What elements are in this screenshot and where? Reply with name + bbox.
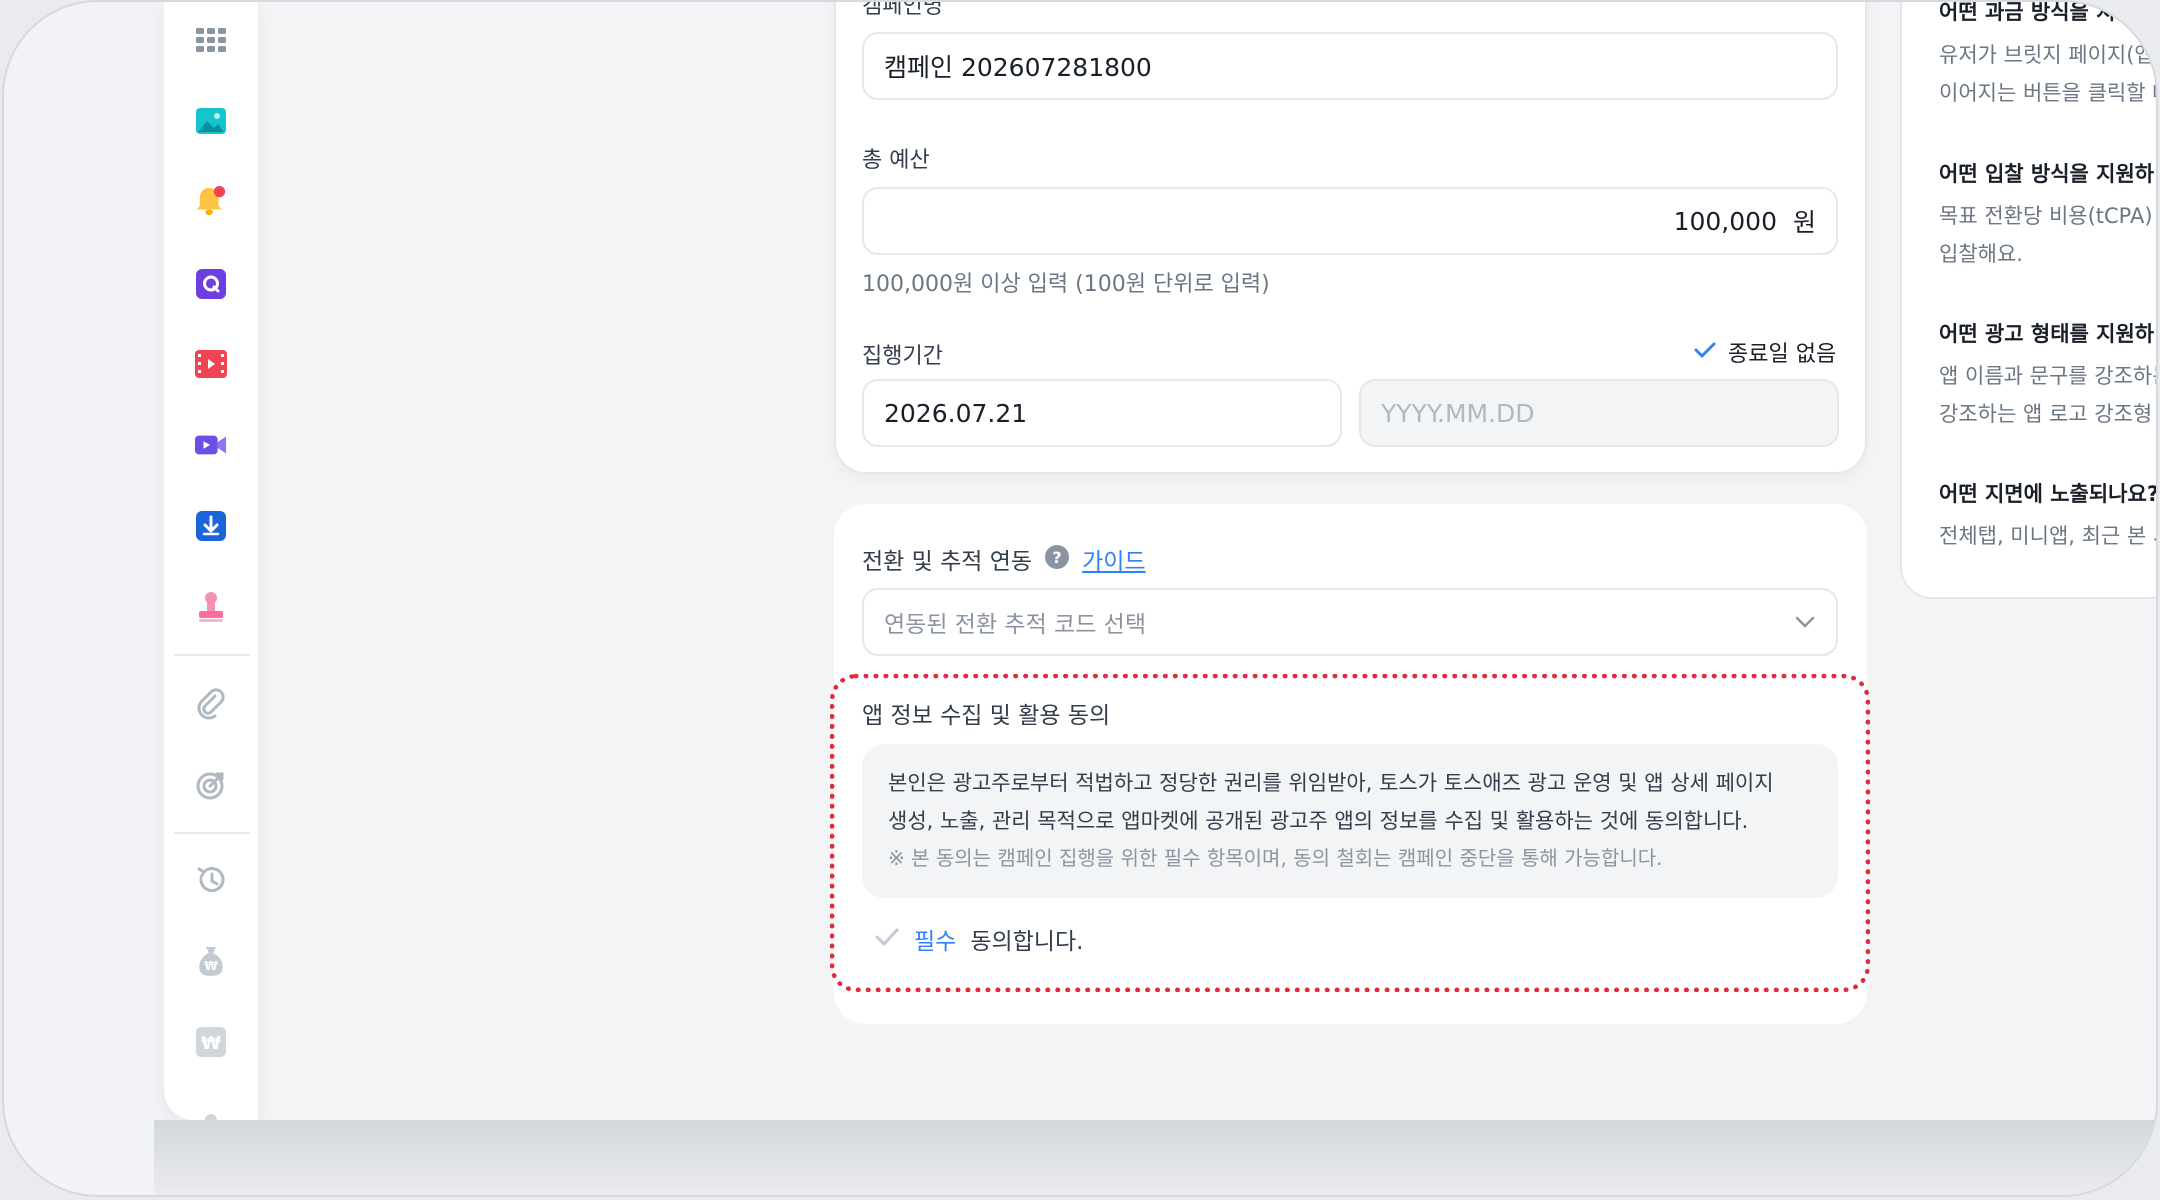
guide-link[interactable]: 가이드 xyxy=(1082,542,1145,576)
end-date-placeholder: YYYY.MM.DD xyxy=(1381,398,1535,428)
video-camera-icon[interactable] xyxy=(195,429,227,461)
film-icon[interactable] xyxy=(195,348,227,380)
image-icon[interactable] xyxy=(195,105,227,137)
money-bag-icon[interactable]: ₩ xyxy=(195,945,227,977)
faq-text-3b: 강조하는 앱 로고 강조형 xyxy=(1939,402,2153,426)
budget-unit: 원 xyxy=(1792,208,1816,237)
faq-text-3a: 앱 이름과 문구를 강조하는 xyxy=(1939,364,2158,388)
tracking-title: 전환 및 추적 연동 xyxy=(862,549,1033,575)
consent-text-box: 본인은 광고주로부터 적법하고 정당한 권리를 위임받아, 토스가 토스애즈 광… xyxy=(862,744,1838,898)
bell-icon[interactable] xyxy=(195,185,227,217)
tracking-select-placeholder: 연동된 전환 추적 코드 선택 xyxy=(884,612,1147,638)
period-label: 집행기간 xyxy=(862,344,943,369)
campaign-name-value: 캠페인 202607281800 xyxy=(884,53,1152,82)
faq-text-4a: 전체탭, 미니앱, 최근 본 서 xyxy=(1939,524,2158,548)
faq-text-1a: 유저가 브릿지 페이지(앱 xyxy=(1939,43,2154,67)
start-date-input[interactable]: 2026.07.21 xyxy=(862,379,1342,447)
tracking-header: 전환 및 추적 연동 ? 가이드 xyxy=(862,542,1146,576)
svg-text:?: ? xyxy=(1052,548,1061,567)
budget-input[interactable]: 100,000 원 xyxy=(862,187,1838,255)
required-tag: 필수 xyxy=(914,929,957,955)
no-end-date-label: 종료일 없음 xyxy=(1728,342,1837,367)
svg-text:₩: ₩ xyxy=(204,959,218,973)
start-date-value: 2026.07.21 xyxy=(884,398,1028,428)
no-end-date-toggle[interactable]: 종료일 없음 xyxy=(1694,336,1836,368)
download-icon[interactable] xyxy=(195,510,227,542)
agree-label: 동의합니다. xyxy=(970,929,1084,955)
consent-note: ※ 본 동의는 캠페인 집행을 위한 필수 항목이며, 동의 철회는 캠페인 중… xyxy=(888,846,1663,870)
consent-body-line2: 생성, 노출, 관리 목적으로 앱마켓에 공개된 광고주 앱의 정보를 수집 및… xyxy=(888,809,1749,833)
consent-body-line1: 본인은 광고주로부터 적법하고 정당한 권리를 위임받아, 토스가 토스애즈 광… xyxy=(888,771,1774,795)
sidebar-divider xyxy=(174,654,250,656)
check-icon xyxy=(1694,341,1716,363)
consent-agree-checkbox[interactable]: 필수 동의합니다. xyxy=(874,922,1083,956)
bottom-shadow xyxy=(154,1120,2156,1195)
campaign-name-input[interactable]: 캠페인 202607281800 xyxy=(862,32,1838,100)
quiz-icon[interactable] xyxy=(195,268,227,300)
svg-text:₩: ₩ xyxy=(201,1033,221,1054)
faq-text-1b: 이어지는 버튼을 클릭할 때 xyxy=(1939,81,2158,105)
budget-label: 총 예산 xyxy=(862,148,930,173)
budget-value: 100,000 xyxy=(1673,206,1777,236)
campaign-name-label: 캠페인명 xyxy=(862,0,943,19)
history-icon[interactable] xyxy=(195,864,227,896)
stamp-icon[interactable] xyxy=(195,591,227,623)
device-frame: ₩ ₩ 캠페인명 캠페인 202607281800 총 예산 100,000 원… xyxy=(2,0,2158,1197)
faq-title-4[interactable]: 어떤 지면에 노출되나요? xyxy=(1939,478,2156,508)
faq-text-2b: 입찰해요. xyxy=(1939,242,2023,266)
consent-title: 앱 정보 수집 및 활용 동의 xyxy=(862,703,1111,729)
chevron-down-icon xyxy=(1794,609,1816,635)
faq-text-2a: 목표 전환당 비용(tCPA) xyxy=(1939,204,2153,228)
sidebar-divider xyxy=(174,832,250,834)
won-icon[interactable]: ₩ xyxy=(195,1026,227,1058)
link-icon[interactable] xyxy=(195,688,227,720)
check-icon xyxy=(874,927,900,951)
budget-hint: 100,000원 이상 입력 (100원 단위로 입력) xyxy=(862,272,1270,297)
question-circle-icon[interactable]: ? xyxy=(1044,544,1070,574)
grid-icon[interactable] xyxy=(195,24,227,56)
faq-title-3[interactable]: 어떤 광고 형태를 지원하 xyxy=(1939,318,2154,348)
target-icon[interactable] xyxy=(195,769,227,801)
faq-title-2[interactable]: 어떤 입찰 방식을 지원하 xyxy=(1939,158,2154,188)
tracking-code-select[interactable]: 연동된 전환 추적 코드 선택 xyxy=(862,588,1838,656)
end-date-input: YYYY.MM.DD xyxy=(1359,379,1839,447)
faq-title-1[interactable]: 어떤 과금 방식을 지원 xyxy=(1939,2,2135,26)
